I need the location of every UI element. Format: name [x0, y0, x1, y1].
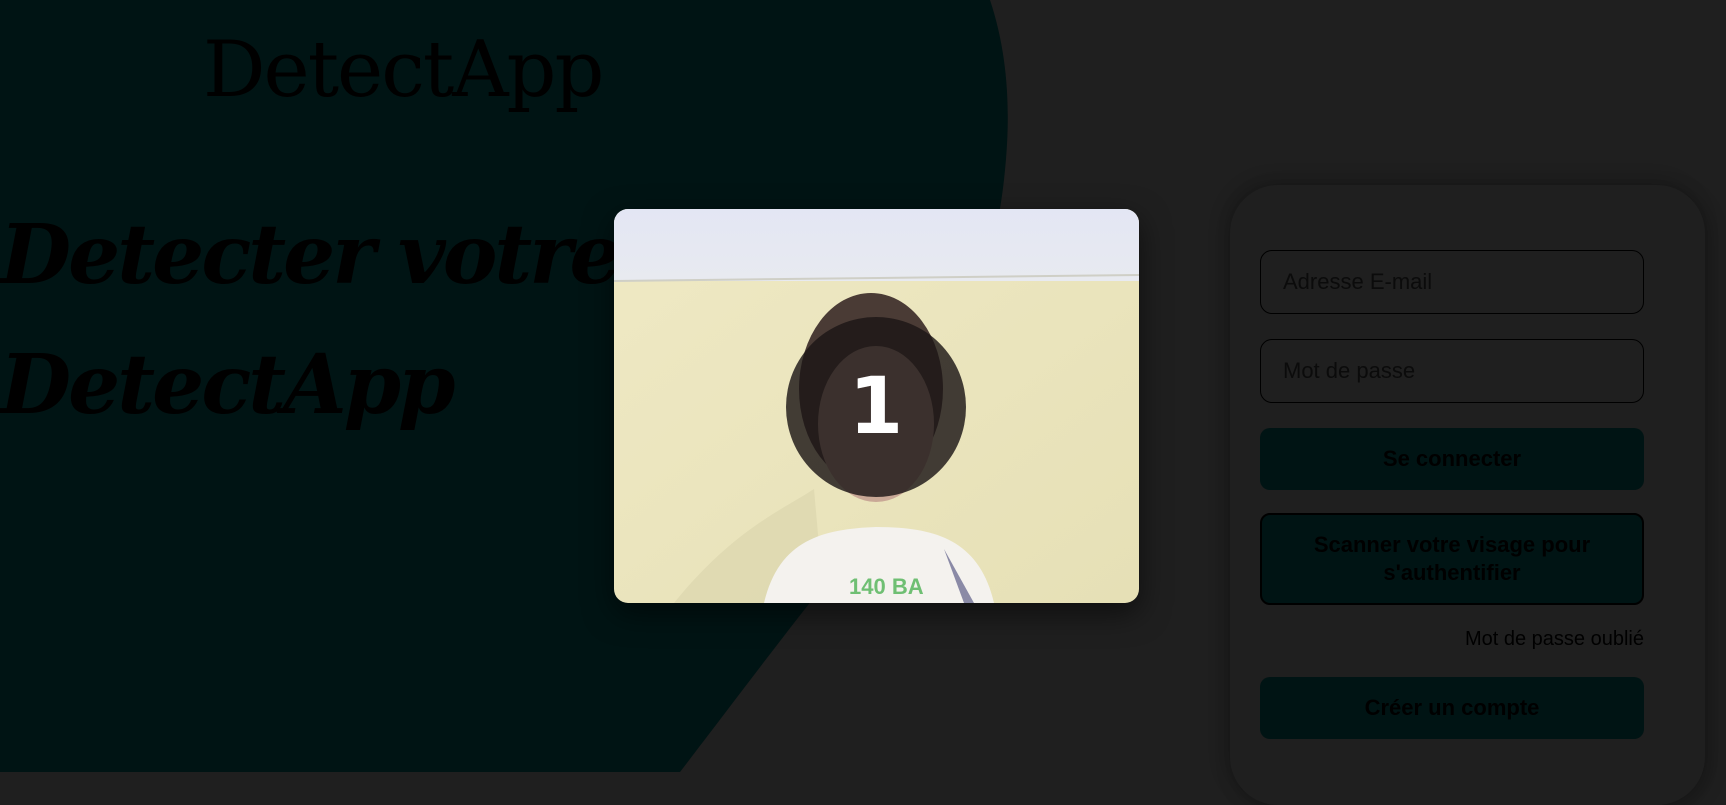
password-field[interactable]	[1260, 339, 1644, 403]
hero-line-1: Detecter votre maladie	[0, 207, 680, 303]
svg-text:140 BA: 140 BA	[849, 574, 924, 599]
login-button[interactable]: Se connecter	[1260, 428, 1644, 490]
camera-modal: 140 BA 1	[614, 209, 1139, 603]
countdown-timer: 1	[786, 317, 966, 497]
signup-button[interactable]: Créer un compte	[1260, 677, 1644, 739]
hero-line-2: DetectApp	[0, 337, 455, 433]
email-field[interactable]	[1260, 250, 1644, 314]
forgot-password-link[interactable]: Mot de passe oublié	[1260, 628, 1644, 651]
app-logo-title: DetectApp	[203, 25, 604, 115]
face-scan-button[interactable]: Scanner votre visage pour s'authentifier	[1260, 513, 1644, 605]
hero-slogan: Detecter votre maladie DetectApp	[0, 190, 680, 450]
